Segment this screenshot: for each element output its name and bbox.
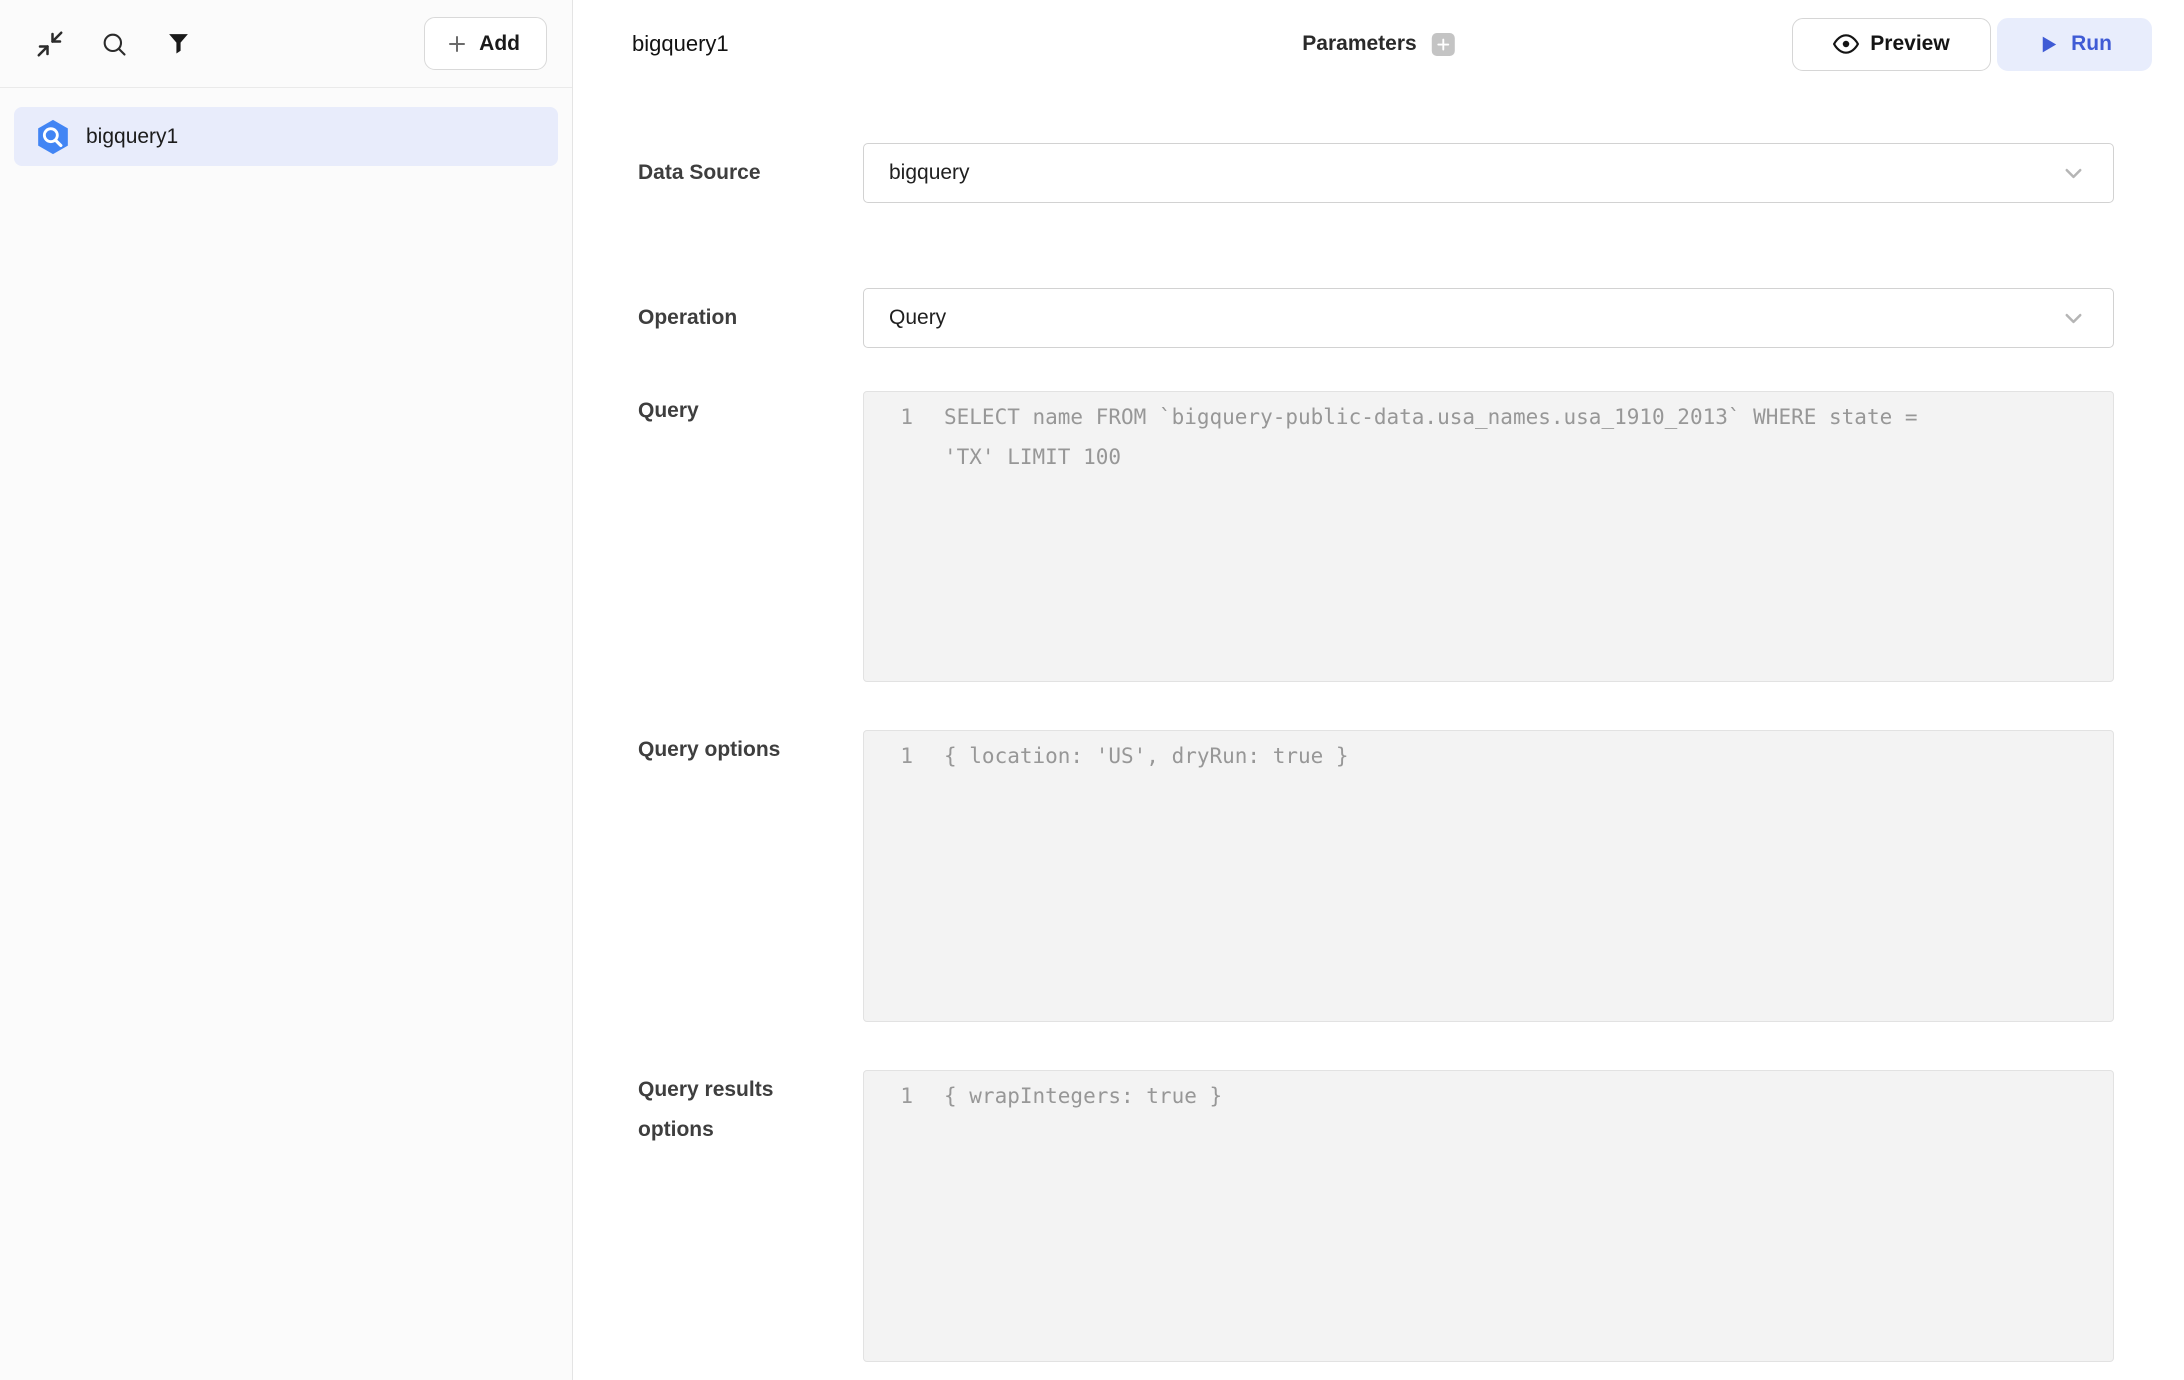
bigquery-icon [33, 117, 73, 157]
page-title: bigquery1 [632, 31, 729, 57]
preview-button[interactable]: Preview [1792, 18, 1991, 71]
chevron-down-icon [2060, 160, 2087, 187]
query-results-options-placeholder-text: { wrapIntegers: true } [944, 1076, 1222, 1116]
query-results-options-code-editor[interactable]: 1 { wrapIntegers: true } [863, 1070, 2114, 1362]
add-button-label: Add [479, 32, 520, 56]
operation-row: Operation Query [638, 288, 2184, 348]
data-source-select[interactable]: bigquery [863, 143, 2114, 203]
eye-icon [1833, 31, 1859, 57]
query-options-code-editor[interactable]: 1 { location: 'US', dryRun: true } [863, 730, 2114, 1022]
add-parameter-button[interactable] [1432, 33, 1455, 56]
run-button-label: Run [2071, 32, 2112, 56]
line-number: 1 [864, 1076, 913, 1116]
query-results-options-label: Query results options [638, 1070, 843, 1150]
search-button[interactable] [92, 22, 136, 66]
query-results-options-row: Query results options 1 { wrapIntegers: … [638, 1070, 2184, 1362]
query-options-label: Query options [638, 730, 843, 770]
app-root: Add bigquery1 bigquery1 Parameters [0, 0, 2184, 1380]
play-icon [2037, 33, 2060, 56]
data-source-row: Data Source bigquery [638, 143, 2184, 203]
operation-label: Operation [638, 298, 843, 338]
parameters-group: Parameters [1302, 32, 1454, 56]
query-editor-form: Data Source bigquery Operation Query [573, 88, 2184, 1362]
main-panel: bigquery1 Parameters [573, 0, 2184, 1380]
sidebar: Add bigquery1 [0, 0, 573, 1380]
line-number: 1 [864, 736, 913, 776]
plus-icon [1436, 37, 1451, 52]
main-header: bigquery1 Parameters [573, 0, 2184, 88]
query-label: Query [638, 391, 843, 431]
line-number: 1 [864, 397, 913, 477]
filter-icon [166, 31, 191, 56]
collapse-panel-button[interactable] [28, 22, 72, 66]
collapse-icon [35, 29, 65, 59]
search-icon [100, 30, 128, 58]
query-row: Query 1 SELECT name FROM `bigquery-publi… [638, 391, 2184, 682]
data-source-label: Data Source [638, 153, 843, 193]
filter-button[interactable] [156, 22, 200, 66]
data-source-value: bigquery [889, 161, 970, 185]
query-options-placeholder-text: { location: 'US', dryRun: true } [944, 736, 1349, 776]
editor-line: 1 { wrapIntegers: true } [864, 1071, 2113, 1116]
preview-button-label: Preview [1870, 32, 1949, 56]
operation-select[interactable]: Query [863, 288, 2114, 348]
list-item-label: bigquery1 [86, 125, 178, 149]
editor-line: 1 { location: 'US', dryRun: true } [864, 731, 2113, 776]
header-actions: Preview Run [1792, 18, 2152, 71]
parameters-label: Parameters [1302, 32, 1416, 56]
query-list: bigquery1 [0, 88, 572, 166]
query-options-row: Query options 1 { location: 'US', dryRun… [638, 730, 2184, 1022]
run-button[interactable]: Run [1997, 18, 2152, 71]
add-query-button[interactable]: Add [424, 17, 547, 70]
query-code-editor[interactable]: 1 SELECT name FROM `bigquery-public-data… [863, 391, 2114, 682]
sidebar-item-bigquery1[interactable]: bigquery1 [14, 107, 558, 166]
editor-line: 1 SELECT name FROM `bigquery-public-data… [864, 392, 2113, 477]
plus-icon [445, 32, 469, 56]
operation-value: Query [889, 306, 946, 330]
query-placeholder-text: SELECT name FROM `bigquery-public-data.u… [944, 397, 1949, 477]
chevron-down-icon [2060, 305, 2087, 332]
sidebar-toolbar: Add [0, 0, 572, 88]
